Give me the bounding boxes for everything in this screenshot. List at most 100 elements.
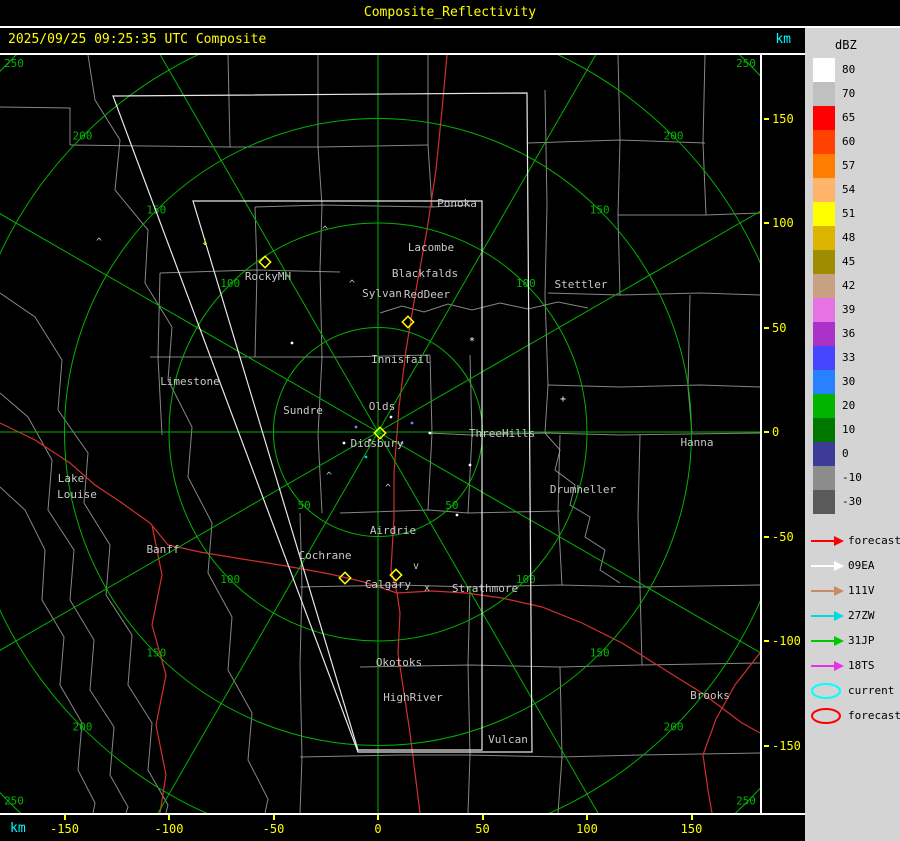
county-boundary (618, 212, 760, 216)
dbz-swatch (813, 466, 835, 490)
track-arrow-icon (811, 635, 844, 646)
map-marker: ^ (96, 237, 102, 248)
map-marker: + (560, 394, 566, 405)
map-marker: ^ (385, 483, 391, 494)
dbz-scale-row-65: 65 (805, 106, 900, 130)
dbz-value: 33 (842, 351, 856, 364)
map-marker: ↓ (201, 234, 208, 248)
echo-dot (410, 421, 414, 425)
storm-ellipse-label: forecast (848, 709, 900, 722)
y-axis: 150 100 50 0 -50 -100 -150 (762, 55, 805, 813)
window-content: 2025/09/25 09:25:35 UTC Composite km 50 5… (0, 28, 900, 841)
y-tick--50: -50 (764, 529, 794, 545)
map-header: 2025/09/25 09:25:35 UTC Composite km (0, 28, 805, 55)
legend-track-31JP: 31JP (805, 628, 900, 653)
city-label-reddeer: RedDeer (404, 288, 451, 301)
city-label-hanna: Hanna (680, 436, 713, 449)
dbz-value: 30 (842, 375, 856, 388)
dbz-scale-row--30: -30 (805, 490, 900, 514)
range-label: 200 (72, 129, 92, 142)
storm-ellipse-label: current (848, 684, 895, 697)
track-label: 111V (848, 584, 875, 597)
track-arrow-icon (811, 560, 844, 571)
timestamp: 2025/09/25 09:25:35 UTC Composite (8, 32, 267, 47)
dbz-scale-row-10: 10 (805, 418, 900, 442)
city-label-limestone: Limestone (160, 375, 220, 388)
x-tickmark (690, 815, 693, 820)
dbz-swatch (813, 82, 835, 106)
range-label: 150 (146, 203, 166, 216)
x-tickmark (168, 815, 170, 820)
county-boundary (547, 292, 760, 296)
track-arrow-icon (811, 535, 844, 546)
window-title: Composite_Reflectivity (0, 0, 900, 28)
county-boundary (379, 301, 589, 314)
echo-dot (468, 463, 472, 467)
x-tickmark (481, 815, 484, 820)
track-legend: forecast 09EA 111V 27ZW 31JP 18TS current forec… (805, 528, 900, 728)
range-label: 50 (445, 499, 458, 512)
county-boundary (87, 55, 269, 813)
range-label: 250 (736, 794, 756, 807)
x-tick--100: -100 (154, 822, 184, 836)
y-tick-50: 50 (764, 320, 786, 336)
map-marker: ^ (322, 225, 328, 236)
x-tick-150: 150 (680, 822, 703, 836)
legend-track-09EA: 09EA (805, 553, 900, 578)
range-label: 200 (664, 721, 684, 734)
track-arrow-icon (811, 585, 844, 596)
echo-dot (428, 431, 432, 435)
x-tick-100: 100 (576, 822, 598, 836)
radar-map: 50 50 100 100 100 100 150 150 150 150 200 200 200 200… (0, 55, 760, 813)
echo-dot (290, 341, 294, 345)
x-tickmark (586, 815, 588, 820)
dbz-scale-row-20: 20 (805, 394, 900, 418)
city-label-rockymh: RockyMH (245, 270, 291, 283)
dbz-swatch (813, 154, 835, 178)
dbz-scale-row-36: 36 (805, 322, 900, 346)
dbz-scale-row-60: 60 (805, 130, 900, 154)
range-label: 200 (72, 721, 92, 734)
dbz-value: 70 (842, 87, 856, 100)
radar-map-area[interactable]: 50 50 100 100 100 100 150 150 150 150 200 200 200 200… (0, 55, 762, 813)
map-marker: v (413, 561, 419, 572)
y-tick-150: 150 (764, 111, 794, 127)
dbz-swatch (813, 178, 835, 202)
dbz-value: 65 (842, 111, 856, 124)
radar-window: Composite_Reflectivity 2025/09/25 09:25:… (0, 0, 900, 841)
dbz-swatch (813, 442, 835, 466)
y-tick-100: 100 (764, 215, 794, 231)
highway-line (151, 524, 167, 813)
legend-ellipse-current: current (805, 678, 900, 703)
highway-line (702, 652, 760, 813)
dbz-scale-row-57: 57 (805, 154, 900, 178)
city-label-airdrie: Airdrie (370, 524, 416, 537)
dbz-scale-row-80: 80 (805, 58, 900, 82)
city-label-cochrane: Cochrane (299, 549, 352, 562)
dbz-scale-row-33: 33 (805, 346, 900, 370)
dbz-swatch (813, 106, 835, 130)
dbz-scale-row-42: 42 (805, 274, 900, 298)
dbz-swatch (813, 58, 835, 82)
range-label: 200 (664, 129, 684, 142)
county-boundary (0, 106, 71, 145)
dbz-scale-row-54: 54 (805, 178, 900, 202)
highway-line (0, 422, 398, 594)
y-tick-0: 0 (764, 424, 779, 440)
map-row: 50 50 100 100 100 100 150 150 150 150 200 200 200 200… (0, 55, 805, 813)
dbz-swatch (813, 322, 835, 346)
dbz-value: 39 (842, 303, 856, 316)
track-label: 18TS (848, 659, 875, 672)
city-label-brooks: Brooks (690, 689, 730, 702)
dbz-swatch (813, 250, 835, 274)
legend-ellipse-forecast: forecast (805, 703, 900, 728)
range-label: 50 (297, 499, 310, 512)
dbz-swatch (813, 346, 835, 370)
county-boundary (0, 392, 129, 813)
x-tickmark (272, 815, 275, 820)
dbz-swatch (813, 274, 835, 298)
city-label-innisfail: Innisfail (371, 353, 431, 366)
track-arrow-icon (811, 660, 844, 671)
city-label-lacombe: Lacombe (408, 241, 454, 254)
echo-dot (354, 425, 358, 429)
